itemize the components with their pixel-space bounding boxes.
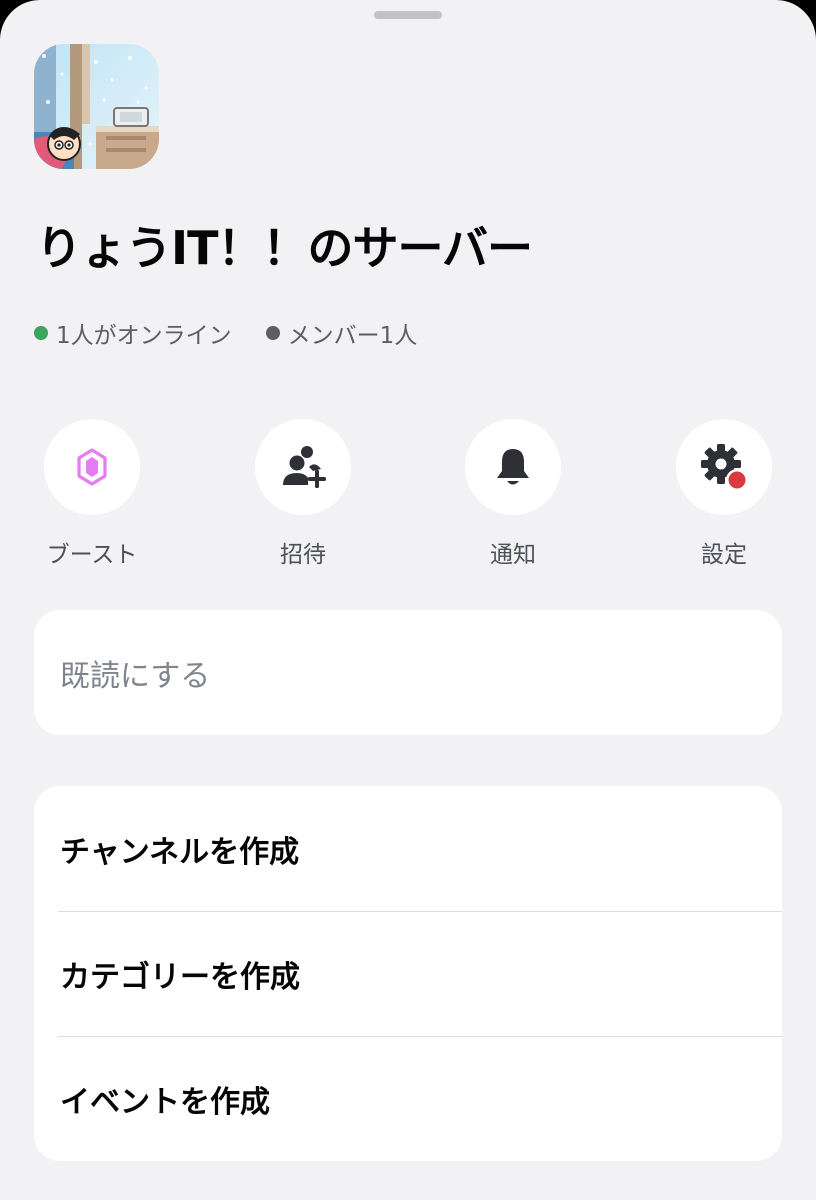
bell-icon	[497, 449, 529, 485]
notification-action[interactable]: 通知	[453, 419, 573, 569]
invite-button[interactable]	[255, 419, 351, 515]
online-count: 1人がオンライン	[56, 323, 232, 349]
sheet-grabber[interactable]	[374, 11, 442, 19]
create-channel-item[interactable]: チャンネルを作成	[34, 786, 782, 911]
settings-action[interactable]: 設定	[664, 419, 784, 569]
create-event-item[interactable]: イベントを作成	[34, 1036, 782, 1161]
mark-as-read-button[interactable]: 既読にする	[34, 610, 782, 735]
server-name: りょうIT！！のサーバー	[36, 221, 533, 275]
settings-button[interactable]	[676, 419, 772, 515]
server-sheet: りょうIT！！のサーバー 1人がオンライン メンバー1人 ブースト 招待 通知 …	[0, 0, 816, 1200]
server-icon	[34, 44, 159, 169]
online-status-dot	[34, 326, 48, 340]
settings-label: 設定	[701, 542, 747, 568]
member-count: メンバー1人	[287, 323, 418, 349]
gear-icon	[701, 444, 748, 491]
create-menu-card: チャンネルを作成 カテゴリーを作成 イベントを作成	[34, 786, 782, 1161]
server-stats: 1人がオンライン メンバー1人	[34, 316, 417, 350]
boost-action[interactable]: ブースト	[32, 419, 152, 569]
notification-button[interactable]	[465, 419, 561, 515]
boost-gem-icon	[77, 448, 107, 486]
create-category-item[interactable]: カテゴリーを作成	[34, 911, 782, 1036]
mark-read-card: 既読にする	[34, 610, 782, 735]
boost-button[interactable]	[44, 419, 140, 515]
online-stat: 1人がオンライン	[34, 316, 232, 350]
invite-label: 招待	[280, 542, 326, 568]
invite-people-icon	[283, 446, 326, 488]
member-status-dot	[265, 326, 280, 340]
member-stat: メンバー1人	[265, 316, 418, 350]
notification-label: 通知	[490, 542, 536, 568]
invite-action[interactable]: 招待	[243, 419, 363, 569]
boost-label: ブースト	[46, 542, 138, 568]
